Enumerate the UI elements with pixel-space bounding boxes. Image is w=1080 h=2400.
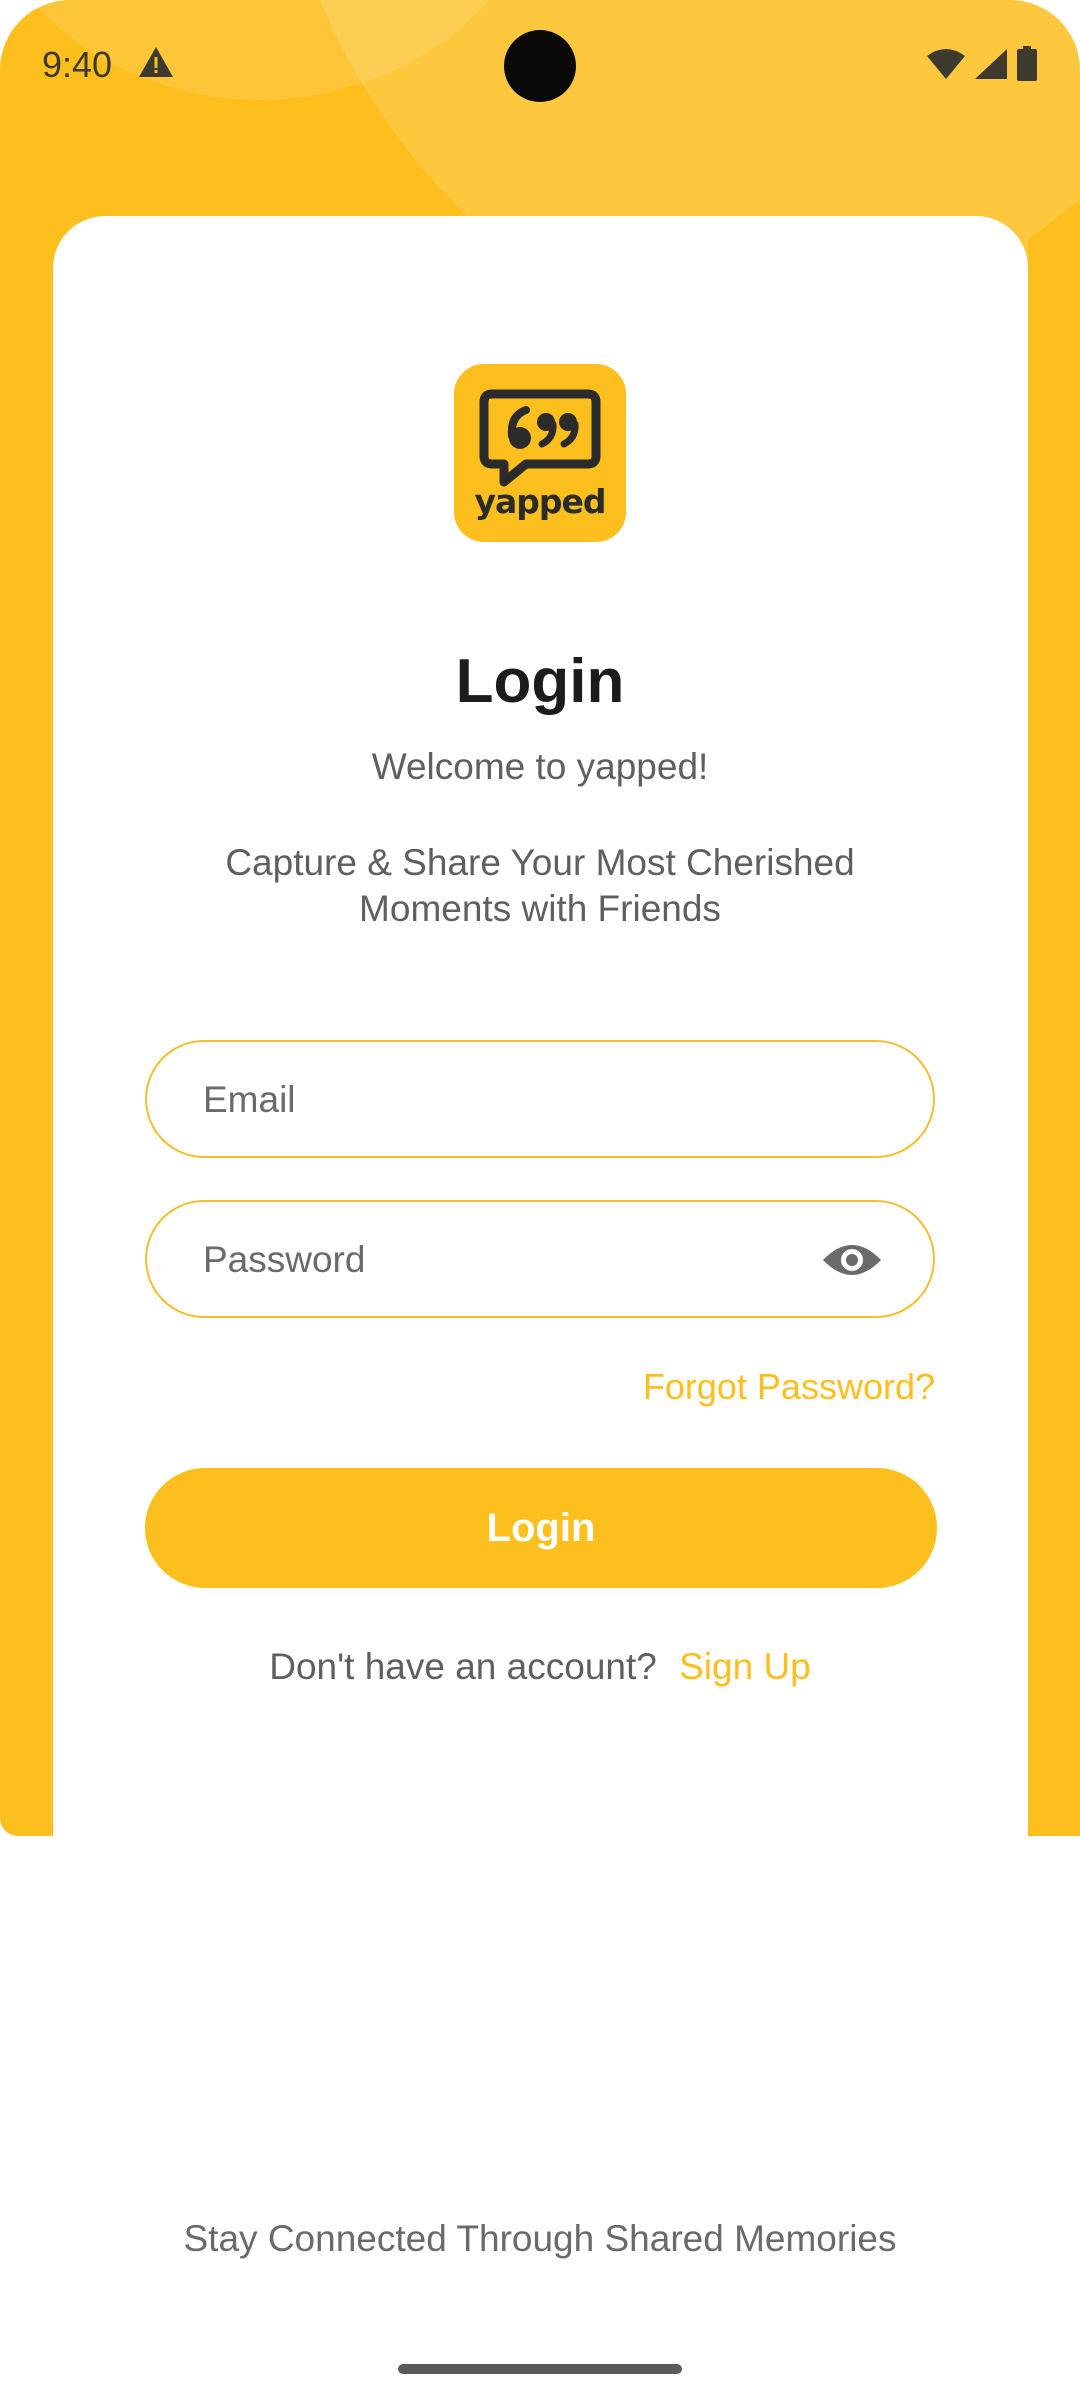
status-time: 9:40 xyxy=(42,44,113,85)
welcome-text: Welcome to yapped! xyxy=(371,746,709,787)
login-screen: 9:40 yapped Login Welcome to yapped! Cap… xyxy=(0,0,1080,2400)
signup-link[interactable]: Sign Up xyxy=(679,1646,811,1687)
show-password-eye-icon[interactable] xyxy=(821,1238,883,1282)
footer-text: Stay Connected Through Shared Memories xyxy=(183,2218,897,2259)
logo-text: yapped xyxy=(474,482,606,521)
app-logo: yapped xyxy=(454,364,626,542)
warning-icon xyxy=(138,46,174,83)
camera-cutout xyxy=(504,30,576,102)
email-input[interactable] xyxy=(201,1042,845,1158)
email-field[interactable] xyxy=(145,1040,935,1158)
signup-prompt: Don't have an account? xyxy=(269,1646,657,1687)
home-indicator[interactable] xyxy=(398,2364,682,2374)
forgot-password-link[interactable]: Forgot Password? xyxy=(643,1366,935,1408)
status-icons xyxy=(926,46,1038,87)
tagline-text: Capture & Share Your Most Cherished Mome… xyxy=(225,842,855,929)
signal-icon xyxy=(974,48,1008,85)
wifi-icon xyxy=(926,48,966,85)
signup-row: Don't have an account? Sign Up xyxy=(0,1646,1080,1688)
page-title: Login xyxy=(455,647,625,716)
status-bar: 9:40 xyxy=(0,0,1080,134)
password-input[interactable] xyxy=(201,1202,845,1318)
login-button[interactable]: Login xyxy=(145,1468,937,1588)
password-field[interactable] xyxy=(145,1200,935,1318)
battery-icon xyxy=(1016,46,1038,87)
